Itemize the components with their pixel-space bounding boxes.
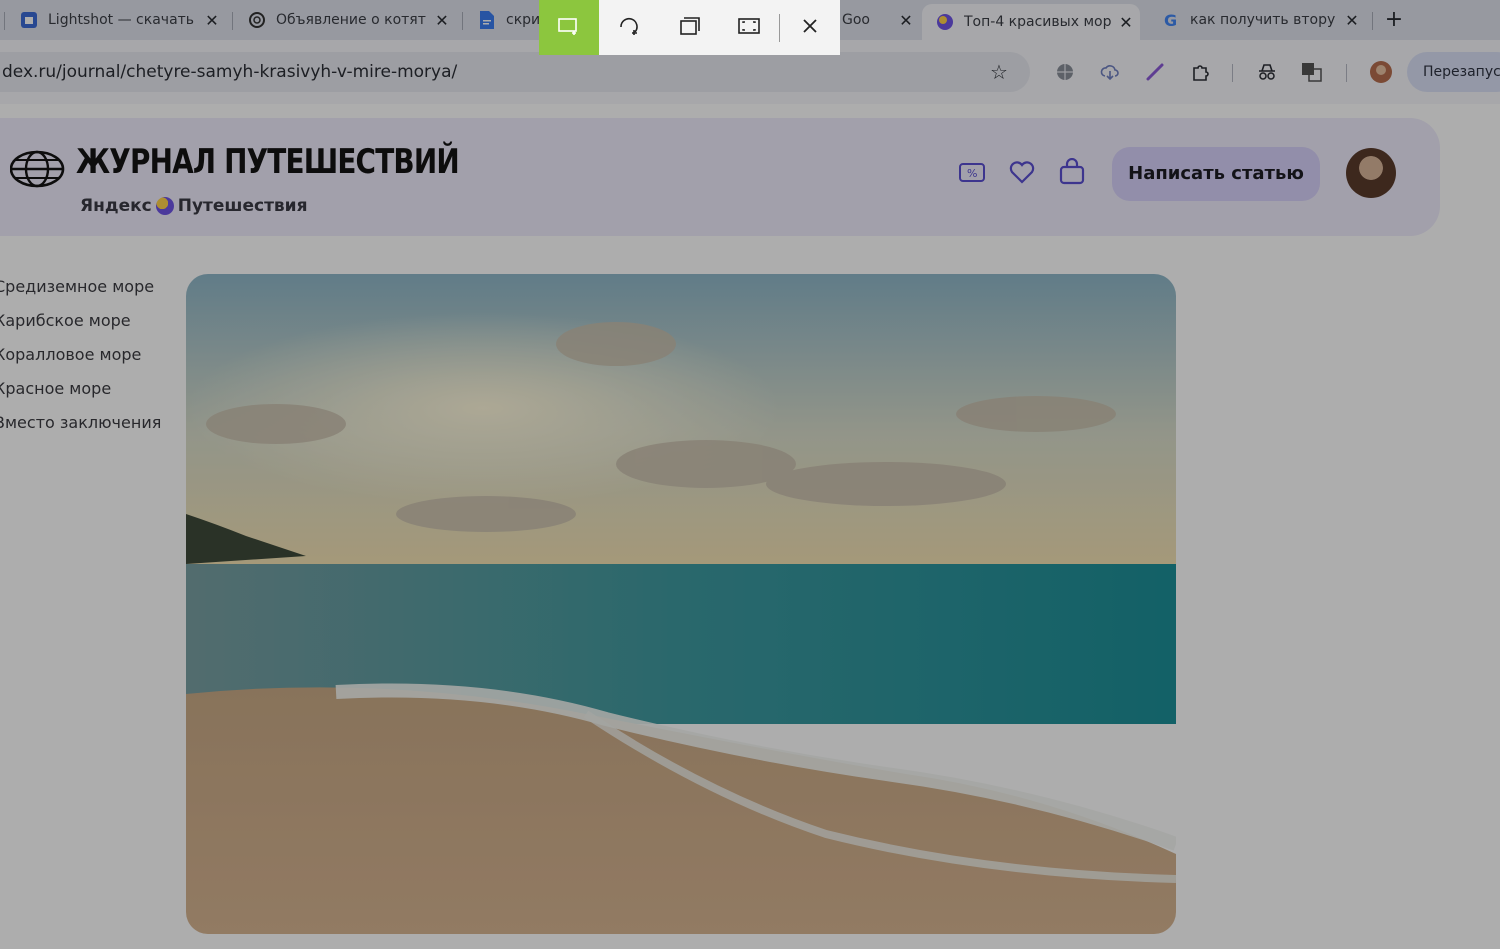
url-text[interactable]: dex.ru/journal/chetyre-samyh-krasivyh-v-… — [2, 62, 457, 82]
new-tab-button[interactable]: + — [1380, 6, 1408, 34]
tab-title: Объявление о котят — [276, 12, 426, 28]
tab-close-icon[interactable]: ✕ — [1112, 13, 1140, 32]
tab-separator — [1372, 12, 1373, 30]
tab-title: как получить втору — [1190, 12, 1336, 28]
yandex-travel-logo-icon — [155, 197, 174, 215]
tab-separator — [462, 12, 463, 30]
vpn-globe-icon[interactable] — [1053, 60, 1077, 84]
tab-separator — [4, 12, 5, 30]
google-icon: G — [1162, 11, 1180, 29]
profile-avatar-icon[interactable] — [1369, 60, 1393, 84]
hero-beach-image — [186, 274, 1176, 934]
address-bar[interactable]: dex.ru/journal/chetyre-samyh-krasivyh-v-… — [0, 52, 1030, 92]
tab-close-icon[interactable]: ✕ — [428, 11, 456, 30]
window-snip-icon — [677, 15, 701, 41]
chatgpt-icon — [248, 11, 266, 29]
brand-yandex: Яндекс — [80, 196, 152, 216]
tab-kittens[interactable]: Объявление о котят ✕ — [234, 4, 456, 36]
translate-icon[interactable] — [1300, 60, 1324, 84]
favorites-heart-icon[interactable] — [1006, 156, 1038, 188]
tab-title: Топ-4 красивых мор — [964, 14, 1112, 30]
brand-subtitle[interactable]: Яндекс Путешествия — [80, 196, 308, 216]
pen-icon[interactable] — [1143, 60, 1167, 84]
cloud-download-icon[interactable] — [1098, 60, 1122, 84]
tab-google[interactable]: Goo ✕ — [828, 4, 920, 36]
table-of-contents: Средиземное море Карибское море Кораллов… — [0, 276, 161, 446]
svg-text:G: G — [1164, 11, 1177, 29]
tab-title: Lightshot — скачать — [48, 12, 195, 28]
freeform-snip-button[interactable] — [599, 0, 659, 55]
toc-item[interactable]: Вместо заключения — [0, 412, 161, 446]
tab-title: скри — [506, 12, 540, 28]
write-article-button[interactable]: Написать статью — [1112, 147, 1320, 201]
tab-lightshot[interactable]: Lightshot — скачать ✕ — [6, 4, 226, 36]
rectangle-snip-button[interactable] — [539, 0, 599, 55]
relaunch-button[interactable]: Перезапуст — [1407, 52, 1500, 92]
freeform-snip-icon — [617, 15, 641, 41]
rectangle-snip-icon — [557, 16, 581, 40]
toc-item[interactable]: Карибское море — [0, 310, 161, 344]
tab-title: Goo — [842, 12, 870, 28]
tab-close-icon[interactable]: ✕ — [1338, 11, 1366, 30]
tab-google-search[interactable]: G как получить втору ✕ — [1148, 4, 1366, 36]
bag-icon[interactable] — [1056, 156, 1088, 188]
lightshot-icon — [20, 11, 38, 29]
tab-close-icon[interactable]: ✕ — [892, 11, 920, 30]
close-snip-button[interactable] — [780, 0, 840, 55]
brand-travel: Путешествия — [177, 196, 308, 216]
toolbar-separator — [1346, 64, 1347, 82]
globe-logo-icon[interactable] — [9, 150, 66, 192]
toc-item[interactable]: Средиземное море — [0, 276, 161, 310]
close-icon — [801, 17, 819, 39]
tab-close-icon[interactable]: ✕ — [198, 11, 226, 30]
svg-text:%: % — [967, 167, 977, 180]
google-docs-icon — [478, 11, 496, 29]
fullscreen-snip-icon — [737, 16, 761, 40]
toolbar-separator — [1232, 64, 1233, 82]
bookmark-star-icon[interactable]: ☆ — [990, 60, 1008, 84]
yandex-travel-icon — [936, 13, 954, 31]
tab-separator — [232, 12, 233, 30]
toc-item[interactable]: Коралловое море — [0, 344, 161, 378]
window-snip-button[interactable] — [659, 0, 719, 55]
user-avatar[interactable] — [1346, 148, 1396, 198]
tab-docs[interactable]: скри — [464, 4, 540, 36]
web-page: ЖУРНАЛ ПУТЕШЕСТВИЙ Яндекс Путешествия % … — [0, 104, 1500, 949]
snip-toolbar — [539, 0, 840, 55]
tab-active-seas[interactable]: Топ-4 красивых мор ✕ — [922, 4, 1140, 40]
incognito-icon[interactable] — [1255, 60, 1279, 84]
fullscreen-snip-button[interactable] — [719, 0, 779, 55]
extensions-puzzle-icon[interactable] — [1189, 60, 1213, 84]
site-title[interactable]: ЖУРНАЛ ПУТЕШЕСТВИЙ — [76, 142, 460, 182]
toc-item[interactable]: Красное море — [0, 378, 161, 412]
discount-ticket-icon[interactable]: % — [956, 156, 988, 188]
